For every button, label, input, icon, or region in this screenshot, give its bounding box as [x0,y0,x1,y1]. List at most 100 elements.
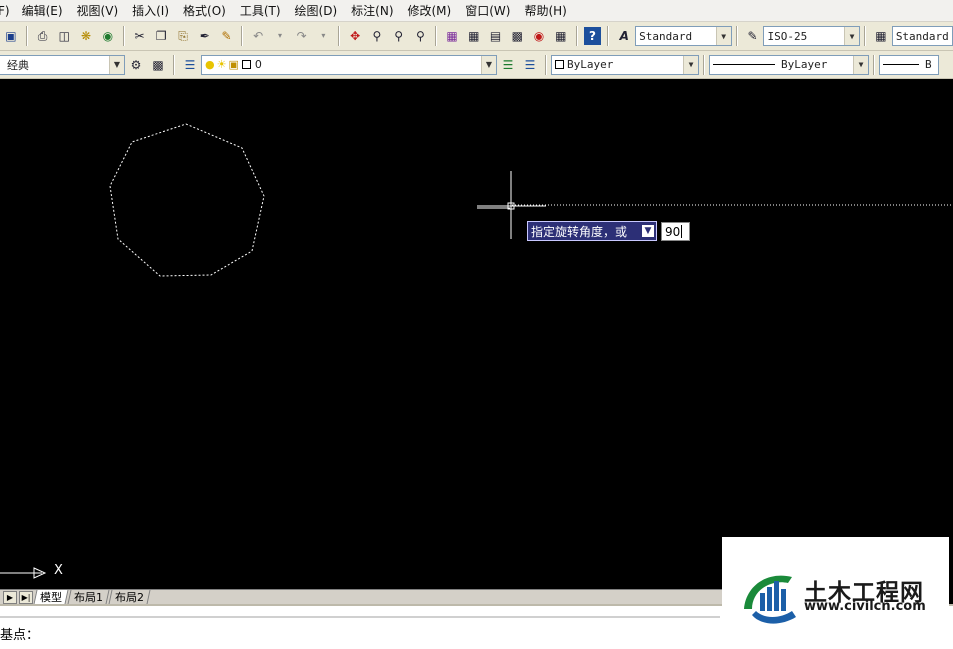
block-editor-icon[interactable]: ✎ [218,27,236,45]
tab-model[interactable]: 模型 [33,590,69,604]
pan-realtime-icon[interactable]: ✥ [346,27,364,45]
command-divider [0,616,720,618]
lineweight-value: B [925,58,932,71]
calculator-icon[interactable]: ▦ [552,27,570,45]
text-style-select[interactable]: Standard ▼ [635,26,732,46]
layer-value: 0 [254,58,262,71]
lock-icon[interactable]: ▣ [228,58,238,71]
layer-select[interactable]: ● ☀ ▣ 0 ▼ [201,54,497,75]
next-tab-icon[interactable]: ▶ [3,590,17,604]
menu-item-dimension[interactable]: 标注(N) [351,2,393,19]
layer-previous-icon[interactable]: ☰ [521,56,539,74]
layers-toolbar: 经典 ▼ ⚙ ▩ ☰ ● ☀ ▣ 0 ▼ ☰ ☰ ByLayer ▼ ByLay… [0,51,953,79]
undo-dropdown-icon[interactable]: ▾ [271,27,289,45]
text-style-value: Standard [639,29,693,43]
table-style-value: Standard [895,29,949,43]
watermark-url: www.civilcn.com [804,599,926,614]
make-current-layer-icon[interactable]: ☰ [499,56,517,74]
properties-icon[interactable]: ▦ [443,27,461,45]
undo-icon[interactable]: ↶ [249,27,267,45]
watermark: 土木工程网 www.civilcn.com [722,537,949,649]
copy-icon[interactable]: ❐ [152,27,170,45]
canvas-graphics [0,123,953,579]
menu-item-view[interactable]: 视图(V) [77,2,119,19]
workspace-select[interactable]: 经典 ▼ [0,54,125,75]
lineweight-select[interactable]: B [879,54,939,75]
save-icon[interactable]: ▣ [2,27,20,45]
linetype-sample [713,64,775,65]
menu-item-help[interactable]: 帮助(H) [524,2,566,19]
tab-layout2[interactable]: 布局2 [108,590,151,604]
toolbar-separator [173,54,175,75]
angle-value: 90 [665,224,681,239]
dim-style-icon[interactable]: ✎ [744,27,762,45]
menu-bar: F) 编辑(E) 视图(V) 插入(I) 格式(O) 工具(T) 绘图(D) 标… [0,0,953,22]
linetype-value: ByLayer [781,58,828,71]
dim-style-select[interactable]: ISO-25 ▼ [763,26,861,46]
zoom-window-icon[interactable]: ⚲ [390,27,408,45]
chevron-down-icon[interactable]: ▼ [853,55,868,74]
dim-style-value: ISO-25 [767,29,808,43]
zoom-realtime-icon[interactable]: ⚲ [368,27,386,45]
table-style-select[interactable]: Standard [891,26,953,46]
toolbar-separator [545,54,547,75]
menu-item-tools[interactable]: 工具(T) [240,2,281,19]
publish-icon[interactable]: ❋ [77,27,95,45]
last-tab-icon[interactable]: ▶| [19,590,33,604]
chevron-down-icon[interactable]: ▼ [109,55,124,74]
help-icon[interactable]: ? [583,27,602,45]
workspace-settings-icon[interactable]: ⚙ [127,56,145,74]
menu-item-format[interactable]: 格式(O) [183,2,226,19]
redo-dropdown-icon[interactable]: ▾ [315,27,333,45]
design-center-icon[interactable]: ▦ [465,27,483,45]
workspace-value: 经典 [7,58,29,72]
heptagon-shape[interactable] [109,123,265,277]
layer-manager-icon[interactable]: ☰ [181,56,199,74]
menu-item-window[interactable]: 窗口(W) [465,2,510,19]
paste-icon[interactable]: ⎘ [174,27,192,45]
tab-layout1[interactable]: 布局1 [67,590,110,604]
chevron-down-icon[interactable]: ▼ [683,55,698,74]
markup-icon[interactable]: ◉ [530,27,548,45]
menu-item-draw[interactable]: 绘图(D) [295,2,338,19]
my-workspace-icon[interactable]: ▩ [149,56,167,74]
plot-preview-icon[interactable]: ◫ [55,27,73,45]
layout-tabs: ▶ ▶| 模型 布局1 布局2 [0,589,722,604]
menu-item-file[interactable]: F) [0,4,10,18]
toolbar-separator [735,26,738,46]
drawing-canvas[interactable] [0,79,953,589]
menu-item-modify[interactable]: 修改(M) [408,2,452,19]
standard-toolbar: ▣ ⎙ ◫ ❋ ◉ ✂ ❐ ⎘ ✒ ✎ ↶ ▾ ↷ ▾ ✥ ⚲ ⚲ ⚲ ▦ ▦ … [0,22,953,51]
menu-item-edit[interactable]: 编辑(E) [22,2,63,19]
color-select[interactable]: ByLayer ▼ [551,54,699,75]
toolbar-separator [873,54,875,75]
match-properties-icon[interactable]: ✒ [196,27,214,45]
chevron-down-icon[interactable]: ▼ [844,27,860,45]
zoom-previous-icon[interactable]: ⚲ [411,27,429,45]
prompt-text: 指定旋转角度，或 [531,224,628,239]
plot-icon[interactable]: ⎙ [34,27,52,45]
text-style-icon[interactable]: A [615,27,633,45]
redo-icon[interactable]: ↷ [293,27,311,45]
menu-item-insert[interactable]: 插入(I) [132,2,169,19]
layer-color-swatch [241,60,251,69]
tool-palettes-icon[interactable]: ▤ [487,27,505,45]
linetype-select[interactable]: ByLayer ▼ [709,54,869,75]
toolbar-separator [241,26,244,46]
toolbar-separator [435,26,438,46]
cut-icon[interactable]: ✂ [131,27,149,45]
arrow-down-icon[interactable]: ▼ [642,225,654,237]
sun-icon[interactable]: ☀ [217,58,227,71]
chevron-down-icon[interactable]: ▼ [715,27,731,45]
command-text: 基点： [0,628,40,643]
web-publish-icon[interactable]: ◉ [99,27,117,45]
toolbar-separator [122,26,125,46]
toolbar-separator [864,26,867,46]
lightbulb-icon[interactable]: ● [205,58,215,71]
sheet-set-icon[interactable]: ▩ [508,27,526,45]
toolbar-separator [703,54,705,75]
chevron-down-icon[interactable]: ▼ [481,55,496,74]
angle-input[interactable]: 90 [661,222,690,241]
dynamic-input-prompt: 指定旋转角度，或 ▼ [527,221,657,241]
table-style-icon[interactable]: ▦ [872,27,890,45]
